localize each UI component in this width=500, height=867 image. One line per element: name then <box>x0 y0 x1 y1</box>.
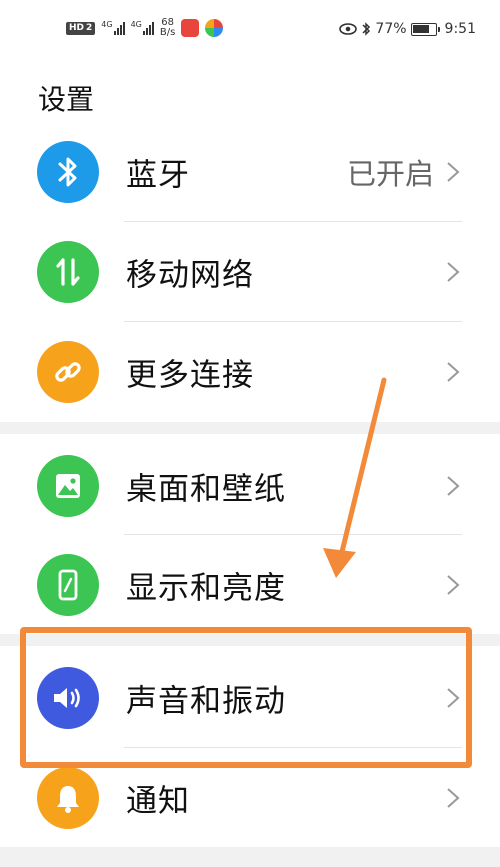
chevron-right-icon <box>447 262 460 282</box>
network-speed: 68 B/s <box>159 17 176 38</box>
clock: 9:51 <box>444 21 476 37</box>
battery-percent: 77% <box>375 21 407 37</box>
signal-1-icon: 4G <box>101 21 125 35</box>
image-icon <box>37 455 99 517</box>
mobile-data-icon <box>37 241 99 303</box>
settings-item-mobile-network[interactable]: 移动网络 <box>0 222 500 322</box>
chevron-right-icon <box>447 362 460 382</box>
app-notification-icon <box>181 19 200 37</box>
settings-item-sound-vibration[interactable]: 声音和振动 <box>0 648 500 748</box>
item-label: 通知 <box>126 783 190 820</box>
app-notification-icon-2 <box>205 19 224 37</box>
speaker-icon <box>37 667 99 729</box>
item-label: 显示和亮度 <box>126 570 286 607</box>
page-title: 设置 <box>38 83 95 116</box>
settings-item-bluetooth[interactable]: 蓝牙 已开启 <box>0 122 500 222</box>
bluetooth-icon <box>37 141 99 203</box>
status-bar: HD 2 4G 4G 68 B/s 77% 9:51 <box>0 0 500 62</box>
status-left: HD 2 4G 4G 68 B/s <box>66 17 224 38</box>
settings-item-display-brightness[interactable]: 显示和亮度 <box>0 535 500 635</box>
section-separator <box>0 422 500 434</box>
battery-icon <box>410 22 440 36</box>
chevron-right-icon <box>447 162 460 182</box>
item-label: 蓝牙 <box>126 157 190 194</box>
item-label: 移动网络 <box>126 257 254 294</box>
section-separator <box>0 634 500 646</box>
item-label: 更多连接 <box>126 357 254 394</box>
chevron-right-icon <box>447 788 460 808</box>
signal-2-icon: 4G <box>131 21 154 35</box>
eye-icon <box>339 23 358 35</box>
settings-item-more-connections[interactable]: 更多连接 <box>0 322 500 422</box>
link-icon <box>37 341 99 403</box>
chevron-right-icon <box>447 688 460 708</box>
item-label: 声音和振动 <box>126 683 286 720</box>
phone-brightness-icon <box>37 554 99 616</box>
chevron-right-icon <box>447 575 460 595</box>
item-label: 桌面和壁纸 <box>126 471 286 508</box>
settings-item-notifications[interactable]: 通知 <box>0 748 500 848</box>
settings-item-home-wallpaper[interactable]: 桌面和壁纸 <box>0 436 500 536</box>
chevron-right-icon <box>447 476 460 496</box>
status-right: 77% 9:51 <box>339 21 476 37</box>
bell-icon <box>37 767 99 829</box>
bluetooth-status-icon <box>362 22 371 36</box>
hd-badge: HD 2 <box>66 21 96 35</box>
section-separator <box>0 847 500 867</box>
item-status-value: 已开启 <box>346 157 434 191</box>
